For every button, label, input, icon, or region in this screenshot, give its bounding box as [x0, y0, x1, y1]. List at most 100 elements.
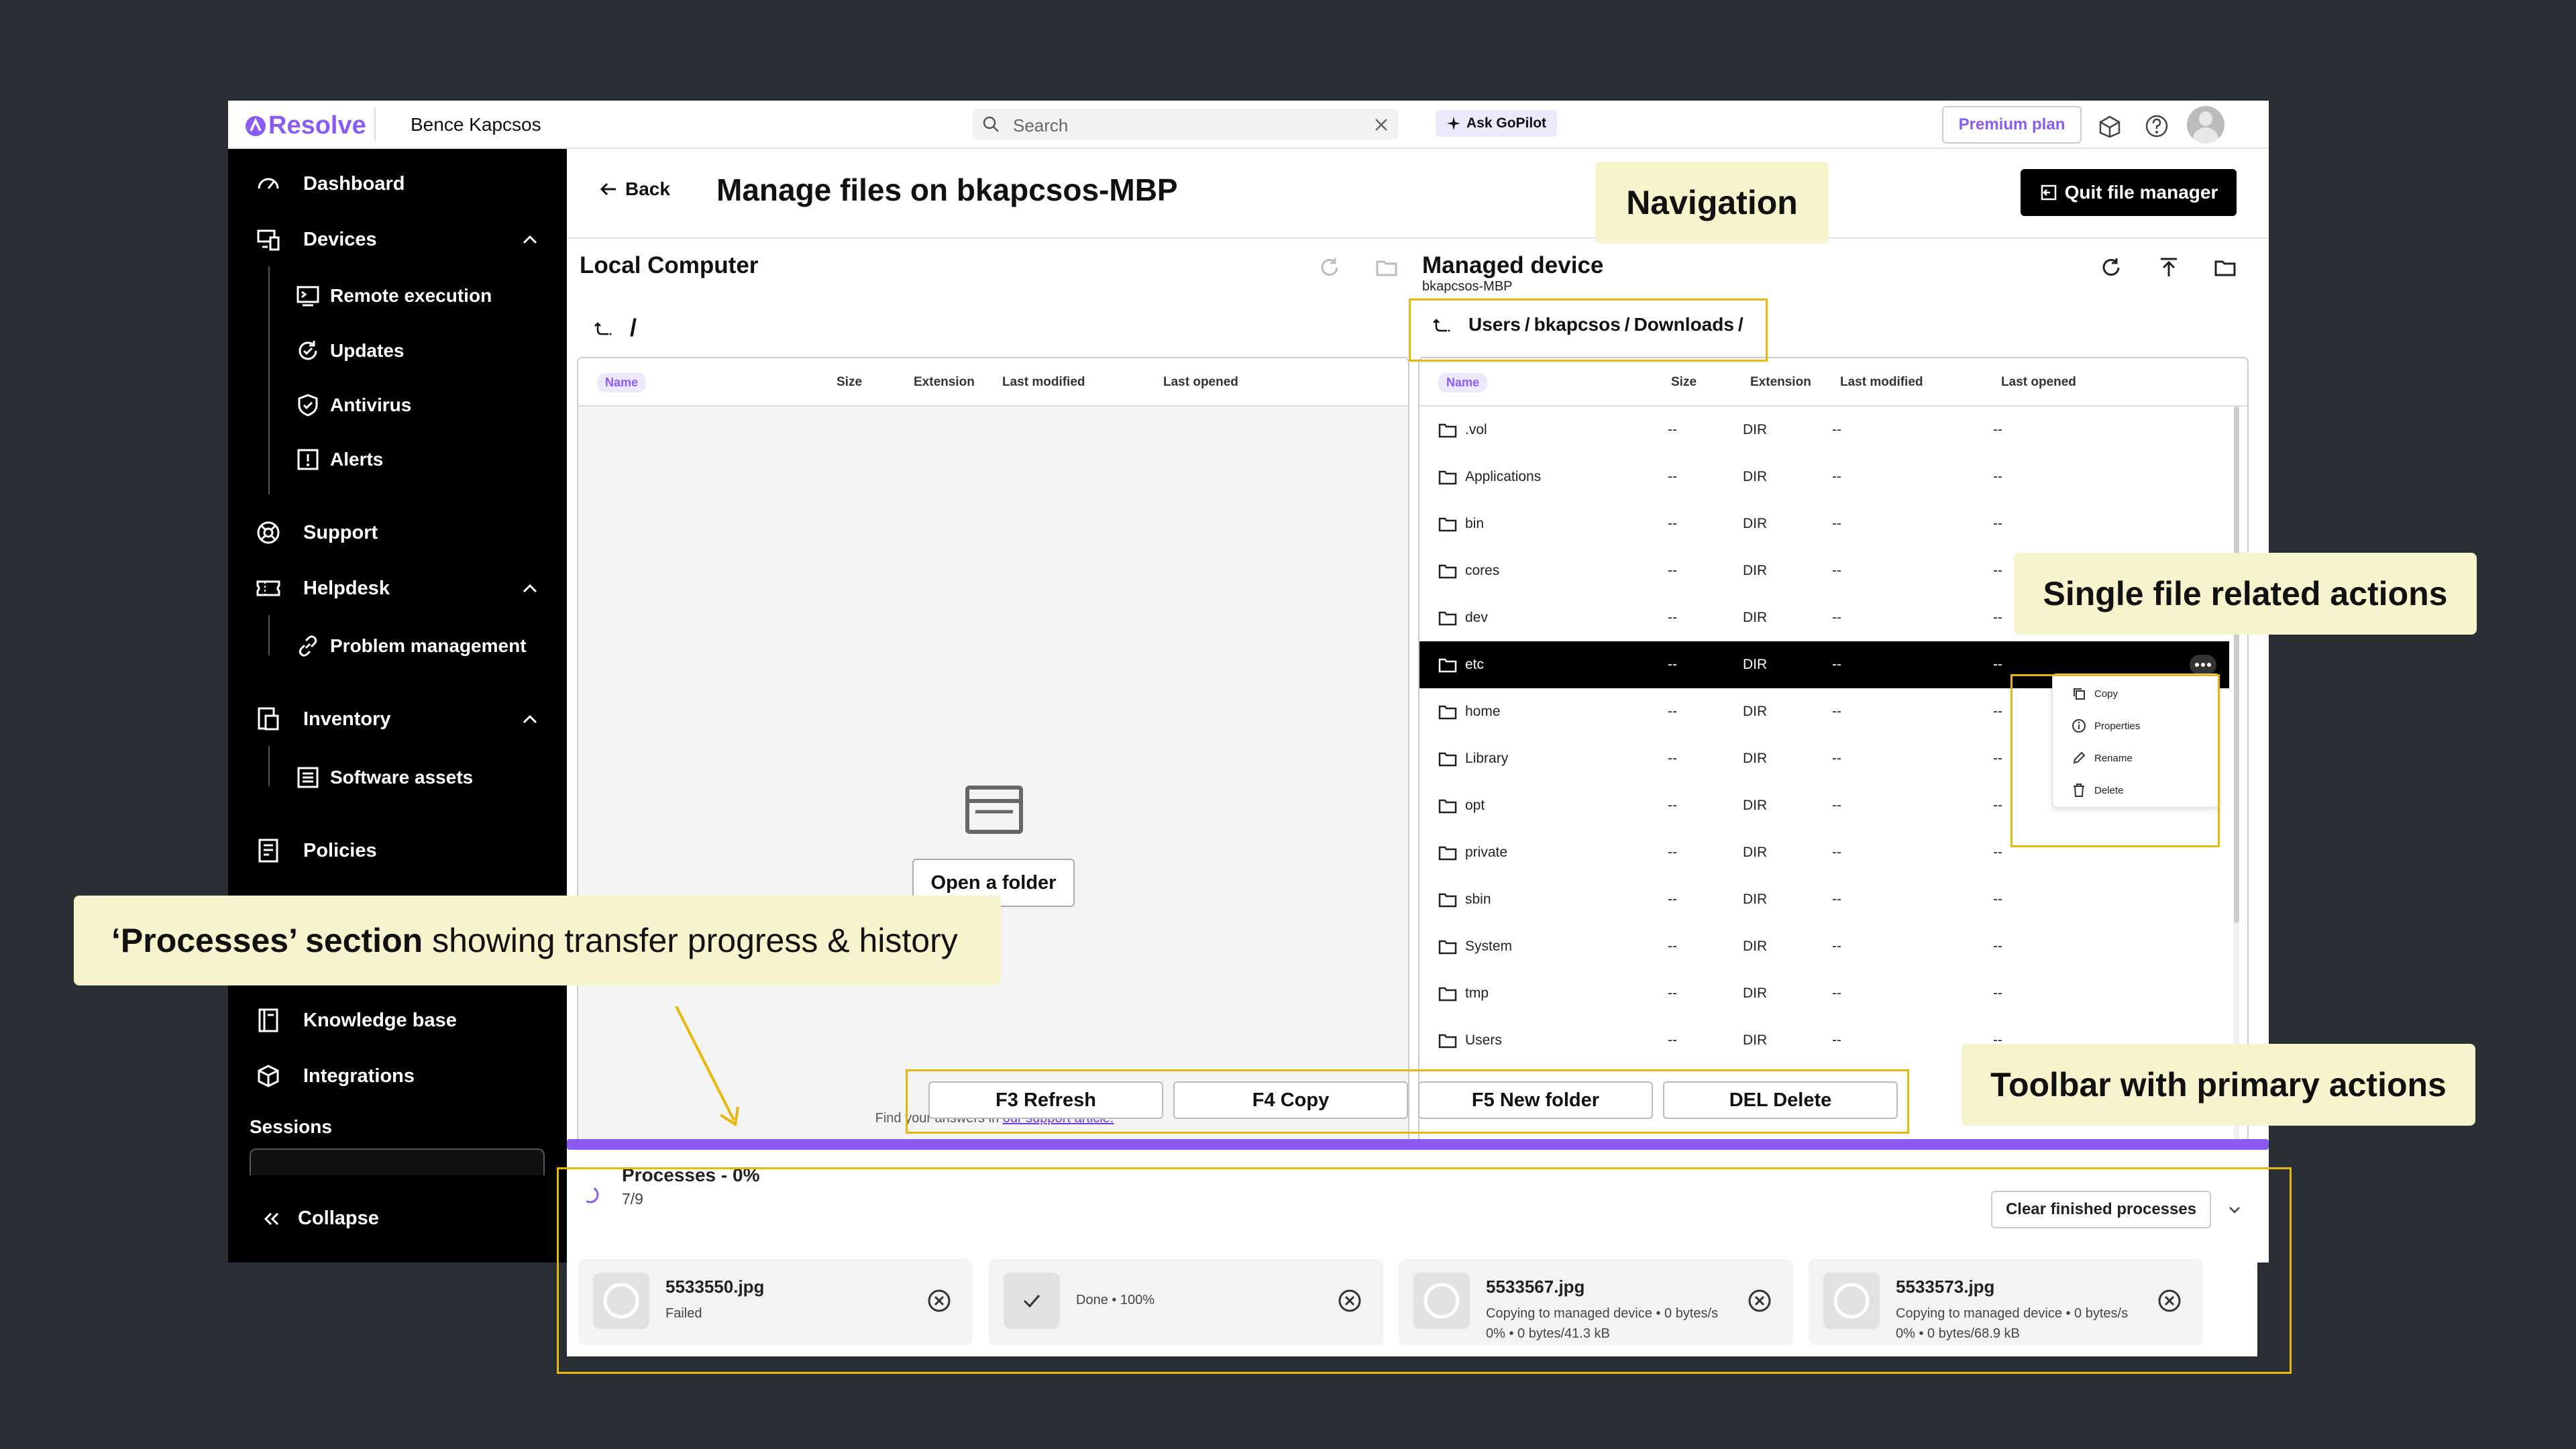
search-input[interactable]: Search	[973, 109, 1398, 140]
sidebar-item-policies[interactable]: Policies	[255, 837, 377, 864]
folder-icon[interactable]	[2214, 256, 2237, 279]
table-row[interactable]: sbin -- DIR -- --	[1419, 876, 2229, 923]
column-last-opened[interactable]: Last opened	[2001, 358, 2076, 407]
sort-by-name-chip[interactable]: Name	[597, 358, 647, 407]
cell-extension: DIR	[1743, 469, 1768, 484]
callout-text-bold: ‘Processes’ section	[111, 922, 423, 959]
cell-last-modified: --	[1832, 1032, 1841, 1048]
sidebar: Dashboard Devices Remote execution Updat…	[228, 149, 567, 1263]
sidebar-item-label: Antivirus	[330, 394, 412, 415]
window-icon	[965, 786, 1023, 834]
cell-extension: DIR	[1743, 938, 1768, 954]
collapse-button[interactable]: Collapse	[262, 1208, 379, 1230]
cell-name: dev	[1465, 610, 1488, 625]
collapse-label: Collapse	[298, 1208, 379, 1229]
folder-icon	[1438, 469, 1457, 485]
up-level-icon[interactable]	[594, 318, 614, 338]
sidebar-item-label: Integrations	[303, 1065, 415, 1087]
clear-search-icon[interactable]	[1374, 117, 1389, 132]
column-last-modified[interactable]: Last modified	[1840, 358, 1923, 407]
back-button[interactable]: Back	[598, 178, 670, 200]
cell-last-modified: --	[1832, 985, 1841, 1001]
folder-icon	[1438, 751, 1457, 767]
quit-file-manager-button[interactable]: Quit file manager	[2021, 169, 2237, 216]
double-chevron-left-icon	[264, 1212, 279, 1225]
inventory-icon	[255, 706, 282, 733]
chevron-up-icon[interactable]	[520, 229, 540, 250]
refresh-icon[interactable]	[2100, 256, 2123, 279]
shield-icon	[295, 392, 321, 418]
help-icon[interactable]	[2143, 113, 2170, 140]
process-progress-bar	[567, 1139, 2269, 1150]
list-icon	[295, 765, 321, 790]
sidebar-item-integrations[interactable]: Integrations	[255, 1063, 415, 1089]
cell-extension: DIR	[1743, 610, 1768, 625]
sparkle-icon	[1447, 117, 1460, 130]
ask-gopilot-button[interactable]: Ask GoPilot	[1436, 110, 1558, 137]
chevron-up-icon[interactable]	[520, 709, 540, 729]
cell-last-opened: --	[1993, 704, 2002, 719]
sidebar-item-label: Devices	[303, 228, 377, 250]
table-row[interactable]: Applications -- DIR -- --	[1419, 453, 2229, 500]
column-extension[interactable]: Extension	[914, 358, 975, 407]
sidebar-item-helpdesk[interactable]: Helpdesk	[255, 575, 540, 602]
single-file-actions-highlight	[2010, 674, 2220, 847]
sort-by-name-chip[interactable]: Name	[1438, 358, 1488, 407]
table-row[interactable]: System -- DIR -- --	[1419, 923, 2229, 970]
sidebar-item-inventory[interactable]: Inventory	[255, 706, 540, 733]
cell-name: Users	[1465, 1032, 1502, 1048]
sidebar-item-label: Policies	[303, 839, 377, 861]
sidebar-item-remote-execution[interactable]: Remote execution	[295, 283, 492, 309]
chevron-up-icon[interactable]	[520, 578, 540, 598]
sidebar-item-software-assets[interactable]: Software assets	[295, 765, 473, 790]
table-row[interactable]: tmp -- DIR -- --	[1419, 970, 2229, 1017]
column-extension[interactable]: Extension	[1750, 358, 1811, 407]
cell-size: --	[1668, 938, 1677, 954]
folder-icon[interactable]	[1375, 256, 1398, 279]
sidebar-item-label: Updates	[330, 340, 405, 361]
column-last-modified[interactable]: Last modified	[1002, 358, 1085, 407]
managed-device-name: bkapcsos-MBP	[1422, 279, 1513, 294]
sidebar-item-devices[interactable]: Devices	[255, 226, 540, 253]
scrollbar-thumb[interactable]	[2234, 407, 2239, 923]
upload-icon[interactable]	[2157, 256, 2180, 279]
ask-gopilot-label: Ask GoPilot	[1466, 115, 1547, 131]
link-icon	[295, 633, 321, 659]
column-size[interactable]: Size	[1671, 358, 1697, 407]
cell-last-opened: --	[1993, 798, 2002, 813]
cell-last-modified: --	[1832, 422, 1841, 437]
column-name: Name	[597, 372, 647, 392]
path-root[interactable]: /	[630, 314, 637, 342]
cell-size: --	[1668, 798, 1677, 813]
column-last-opened[interactable]: Last opened	[1163, 358, 1238, 407]
refresh-icon[interactable]	[1318, 256, 1341, 279]
callout-text: Navigation	[1626, 184, 1798, 221]
premium-plan-button[interactable]: Premium plan	[1942, 106, 2082, 144]
cell-last-opened: --	[1993, 516, 2002, 531]
cell-size: --	[1668, 516, 1677, 531]
table-row[interactable]: bin -- DIR -- --	[1419, 500, 2229, 547]
back-label: Back	[625, 178, 670, 199]
sidebar-item-support[interactable]: Support	[255, 519, 378, 546]
sidebar-item-antivirus[interactable]: Antivirus	[295, 392, 411, 418]
sidebar-item-dashboard[interactable]: Dashboard	[255, 170, 405, 197]
cell-last-opened: --	[1993, 610, 2002, 625]
column-size[interactable]: Size	[837, 358, 862, 407]
avatar[interactable]	[2187, 106, 2224, 144]
folder-icon	[1438, 516, 1457, 532]
cell-last-modified: --	[1832, 798, 1841, 813]
cell-last-opened: --	[1993, 938, 2002, 954]
box-icon[interactable]	[2096, 113, 2123, 140]
cell-last-opened: --	[1993, 892, 2002, 907]
more-actions-icon[interactable]	[2190, 655, 2216, 675]
sidebar-item-knowledge-base[interactable]: Knowledge base	[255, 1007, 457, 1034]
cell-size: --	[1668, 657, 1677, 672]
sidebar-item-alerts[interactable]: Alerts	[295, 447, 383, 472]
user-name: Bence Kapcsos	[411, 114, 541, 135]
brand-logo[interactable]: Resolve	[244, 111, 366, 140]
cell-name: private	[1465, 845, 1508, 860]
gauge-icon	[255, 170, 282, 197]
sidebar-item-updates[interactable]: Updates	[295, 338, 404, 364]
sidebar-item-problem-management[interactable]: Problem management	[295, 633, 527, 659]
table-row[interactable]: .vol -- DIR -- --	[1419, 407, 2229, 453]
